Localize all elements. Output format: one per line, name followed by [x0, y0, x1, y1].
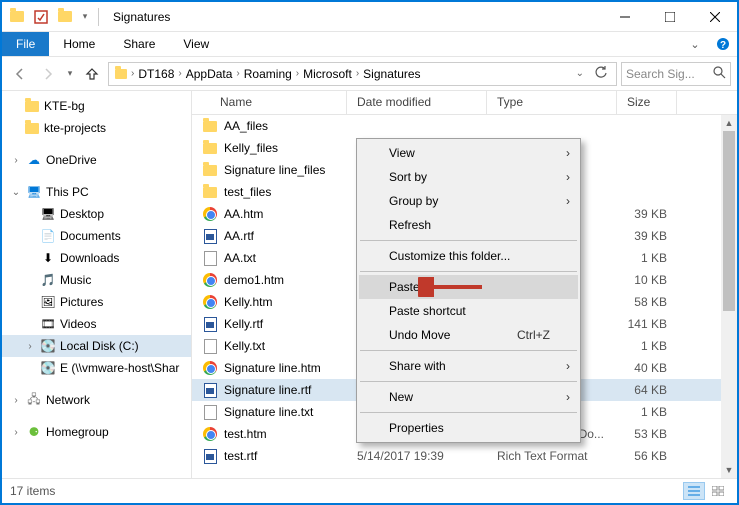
svg-text:?: ?: [720, 40, 726, 51]
file-icon: [202, 404, 218, 420]
file-icon: [202, 162, 218, 178]
file-icon: [202, 206, 218, 222]
file-icon: [202, 118, 218, 134]
tree-item[interactable]: KTE-bg: [2, 95, 191, 117]
ctx-view[interactable]: View›: [359, 141, 578, 165]
folder-options-icon[interactable]: [6, 6, 28, 28]
window-controls: [602, 2, 737, 32]
scroll-down-icon[interactable]: ▼: [721, 462, 737, 478]
arrow-annotation: [418, 277, 488, 297]
ctx-refresh[interactable]: Refresh: [359, 213, 578, 237]
chevron-right-icon: ›: [566, 390, 570, 404]
address-bar: ▾ › DT168› AppData› Roaming› Microsoft› …: [2, 57, 737, 91]
file-icon: [202, 250, 218, 266]
forward-button[interactable]: [36, 62, 60, 86]
chevron-right-icon: ›: [566, 194, 570, 208]
breadcrumb-segment[interactable]: Signatures: [359, 67, 424, 81]
close-button[interactable]: [692, 2, 737, 32]
details-view-button[interactable]: [683, 482, 705, 500]
tree-item-thispc[interactable]: ⌄🖥This PC: [2, 181, 191, 203]
file-icon: [202, 140, 218, 156]
tab-home[interactable]: Home: [49, 32, 109, 56]
tab-view[interactable]: View: [169, 32, 223, 56]
back-button[interactable]: [8, 62, 32, 86]
thumbnails-view-button[interactable]: [707, 482, 729, 500]
file-icon: [202, 360, 218, 376]
up-button[interactable]: [80, 62, 104, 86]
file-icon: [202, 294, 218, 310]
refresh-icon[interactable]: [590, 65, 612, 82]
tab-share[interactable]: Share: [109, 32, 169, 56]
file-icon: [202, 448, 218, 464]
ctx-paste-shortcut[interactable]: Paste shortcut: [359, 299, 578, 323]
search-input[interactable]: Search Sig...: [621, 62, 731, 86]
file-row[interactable]: test.rtf5/14/2017 19:39Rich Text Format5…: [192, 445, 737, 467]
vertical-scrollbar[interactable]: ▲ ▼: [721, 115, 737, 478]
column-size[interactable]: Size: [617, 91, 677, 114]
column-headers: Name Date modified Type Size: [192, 91, 737, 115]
breadcrumb[interactable]: › DT168› AppData› Roaming› Microsoft› Si…: [108, 62, 617, 86]
file-icon: [202, 382, 218, 398]
file-icon: [202, 272, 218, 288]
tree-item[interactable]: 📄Documents: [2, 225, 191, 247]
ribbon-expand-icon[interactable]: ⌄: [681, 32, 709, 56]
tree-item[interactable]: 🎵Music: [2, 269, 191, 291]
ctx-properties[interactable]: Properties: [359, 416, 578, 440]
statusbar: 17 items: [2, 478, 737, 502]
tree-item[interactable]: ⬇Downloads: [2, 247, 191, 269]
window-title: Signatures: [107, 10, 602, 24]
file-icon: [202, 184, 218, 200]
item-count: 17 items: [10, 484, 55, 498]
minimize-button[interactable]: [602, 2, 647, 32]
ctx-sortby[interactable]: Sort by›: [359, 165, 578, 189]
navigation-pane: KTE-bg kte-projects ›☁OneDrive ⌄🖥This PC…: [2, 91, 192, 478]
tree-item[interactable]: 🖼Pictures: [2, 291, 191, 313]
titlebar: ▾ Signatures: [2, 2, 737, 32]
chevron-right-icon: ›: [566, 359, 570, 373]
file-row[interactable]: AA_files: [192, 115, 737, 137]
recent-dropdown[interactable]: ▾: [64, 62, 76, 86]
file-icon: [202, 316, 218, 332]
column-date[interactable]: Date modified: [347, 91, 487, 114]
maximize-button[interactable]: [647, 2, 692, 32]
breadcrumb-segment[interactable]: Roaming: [240, 67, 296, 81]
ctx-undo-move[interactable]: Undo MoveCtrl+Z: [359, 323, 578, 347]
tree-item-network[interactable]: ›🖧Network: [2, 389, 191, 411]
column-type[interactable]: Type: [487, 91, 617, 114]
help-icon[interactable]: ?: [709, 32, 737, 56]
ctx-customize[interactable]: Customize this folder...: [359, 244, 578, 268]
tree-item-homegroup[interactable]: ›⚈Homegroup: [2, 421, 191, 443]
breadcrumb-segment[interactable]: Microsoft: [299, 67, 356, 81]
column-name[interactable]: Name: [192, 91, 347, 114]
properties-icon[interactable]: [30, 6, 52, 28]
file-icon: [202, 338, 218, 354]
tree-item[interactable]: kte-projects: [2, 117, 191, 139]
tree-item[interactable]: ›💽Local Disk (C:): [2, 335, 191, 357]
breadcrumb-segment[interactable]: AppData: [182, 67, 237, 81]
ctx-groupby[interactable]: Group by›: [359, 189, 578, 213]
search-placeholder: Search Sig...: [626, 67, 695, 81]
qat-dropdown-icon[interactable]: ▾: [78, 6, 92, 28]
ctx-new[interactable]: New›: [359, 385, 578, 409]
tree-item[interactable]: 🎞Videos: [2, 313, 191, 335]
scroll-up-icon[interactable]: ▲: [721, 115, 737, 131]
tree-item[interactable]: 💽E (\\vmware-host\Shar: [2, 357, 191, 379]
search-icon: [713, 66, 726, 82]
file-icon: [202, 228, 218, 244]
new-folder-icon[interactable]: [54, 6, 76, 28]
chevron-right-icon: ›: [566, 170, 570, 184]
ctx-share-with[interactable]: Share with›: [359, 354, 578, 378]
breadcrumb-segment[interactable]: DT168: [134, 67, 178, 81]
ribbon: File Home Share View ⌄ ?: [2, 32, 737, 57]
breadcrumb-dropdown-icon[interactable]: ⌄: [572, 68, 588, 79]
tree-item-onedrive[interactable]: ›☁OneDrive: [2, 149, 191, 171]
chevron-right-icon: ›: [566, 146, 570, 160]
quick-access-toolbar: ▾: [2, 6, 107, 28]
scrollbar-thumb[interactable]: [723, 131, 735, 311]
tab-file[interactable]: File: [2, 32, 49, 56]
file-icon: [202, 426, 218, 442]
tree-item[interactable]: 🖥Desktop: [2, 203, 191, 225]
